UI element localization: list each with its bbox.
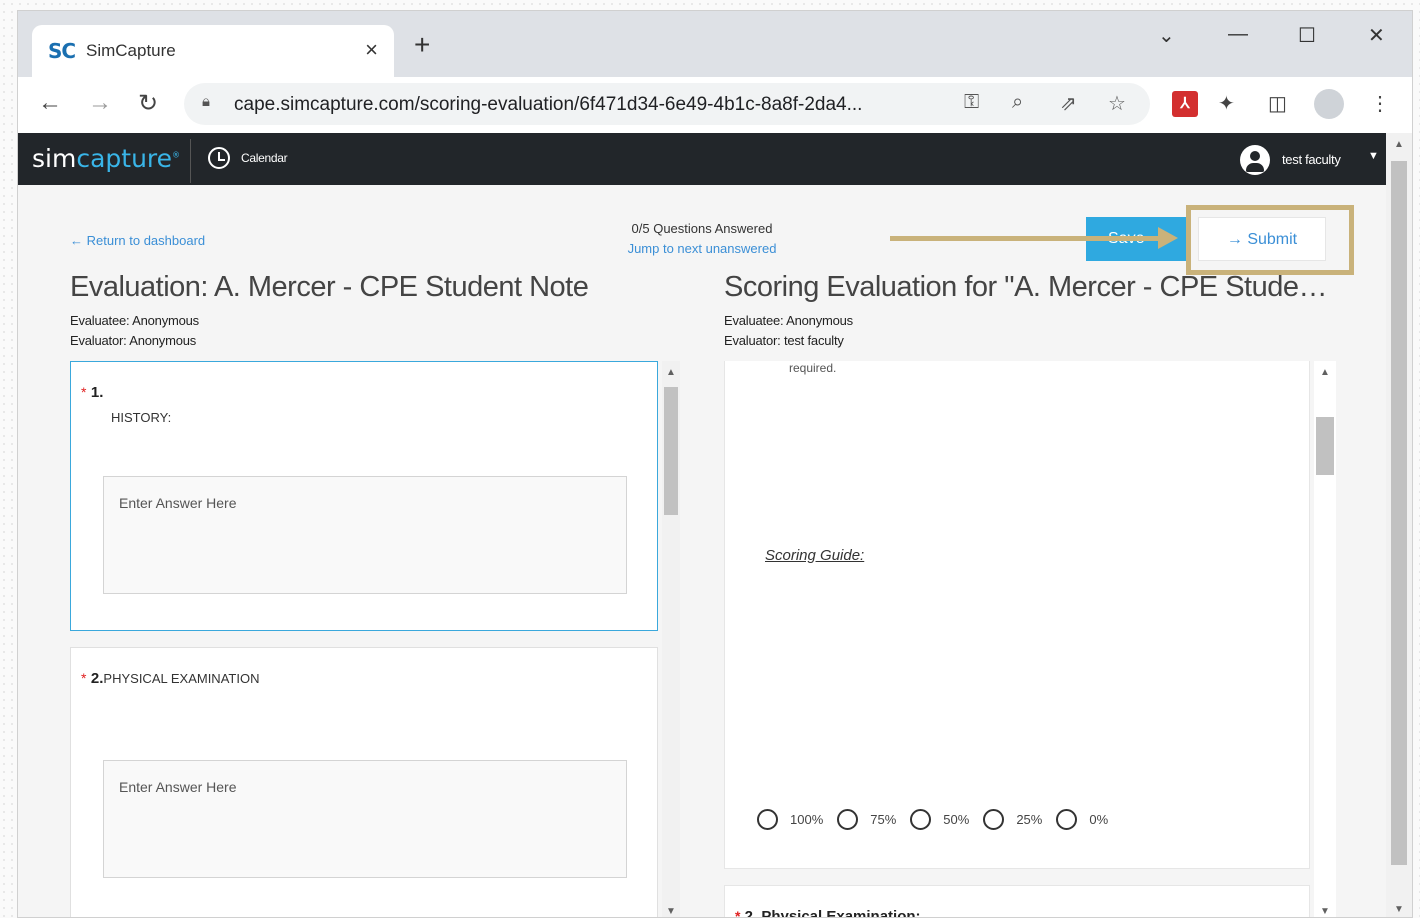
page-scroll-thumb[interactable] [1391, 161, 1407, 865]
scoring-evaluator-label: Evaluator: test faculty [724, 333, 844, 348]
scoring-scrollbar[interactable]: ▲ ▼ [1314, 361, 1336, 917]
scroll-up-icon[interactable]: ▲ [1320, 367, 1330, 378]
question-1-header: * 1. [81, 384, 103, 402]
evaluator-label: Evaluator: Anonymous [70, 333, 197, 348]
tab-search-icon[interactable]: ⌄ [1158, 23, 1175, 48]
score-option-label: 50% [943, 812, 970, 827]
scoring-card-title-text: Physical Examination: [761, 908, 921, 918]
key-icon[interactable]: ⚿ [964, 91, 979, 114]
radio-button[interactable] [983, 809, 1005, 830]
scroll-down-icon[interactable]: ▼ [1394, 904, 1404, 915]
score-option-50[interactable]: 50% [910, 809, 969, 830]
tab-strip: SC SimCapture × + ⌄ — ☐ ✕ [18, 11, 1412, 77]
question-number: 2. [90, 670, 104, 687]
tab-simcapture[interactable]: SC SimCapture × [32, 25, 394, 77]
profile-icon[interactable] [1314, 89, 1344, 119]
radio-button[interactable] [837, 809, 859, 830]
close-tab-icon[interactable]: × [365, 37, 378, 63]
radio-button[interactable] [757, 809, 778, 830]
logo-mark: ® [172, 150, 181, 160]
scoring-card-number: 2. [744, 908, 758, 918]
maximize-button[interactable]: ☐ [1298, 23, 1316, 48]
scoring-card-2-title: * 2. Physical Examination: [735, 908, 921, 918]
app-navbar: simcapture® Calendar test faculty ▼ [18, 133, 1386, 185]
simcapture-favicon-icon: SC [48, 39, 76, 63]
score-option-label: 100% [790, 812, 824, 827]
question-card-1: * 1. HISTORY: Enter Answer Here [70, 361, 658, 631]
chevron-down-icon[interactable]: ▼ [1368, 150, 1379, 162]
score-option-label: 25% [1016, 812, 1043, 827]
answer-textarea[interactable]: Enter Answer Here [103, 476, 627, 594]
navbar-divider [190, 139, 191, 183]
required-marker: * [81, 670, 87, 686]
share-icon[interactable]: ⇗ [1060, 91, 1077, 116]
user-name[interactable]: test faculty [1282, 152, 1341, 167]
main-content: ← Return to dashboard 0/5 Questions Answ… [18, 185, 1386, 918]
simcapture-logo[interactable]: simcapture® [32, 144, 180, 173]
required-marker: * [81, 384, 87, 400]
callout-arrow-icon [890, 227, 1178, 249]
new-tab-button[interactable]: + [414, 31, 430, 59]
pdf-extension-icon[interactable]: ⅄ [1172, 91, 1198, 117]
score-option-100[interactable]: 100% [757, 809, 823, 830]
reload-icon[interactable]: ↻ [138, 89, 158, 118]
bookmark-star-icon[interactable]: ☆ [1108, 91, 1126, 116]
submit-highlight-annotation [1186, 205, 1354, 275]
scoring-scroll-thumb[interactable] [1316, 417, 1334, 475]
score-option-label: 75% [870, 812, 897, 827]
evaluatee-label: Evaluatee: Anonymous [70, 313, 199, 328]
question-number: 1. [90, 384, 104, 401]
score-option-25[interactable]: 25% [983, 809, 1042, 830]
back-arrow-icon[interactable]: ← [38, 89, 62, 117]
browser-window: SC SimCapture × + ⌄ — ☐ ✕ ← → ↻ 🔒︎ cape.… [17, 10, 1413, 918]
answer-placeholder: Enter Answer Here [119, 779, 237, 795]
scroll-up-icon[interactable]: ▲ [1394, 139, 1404, 150]
lock-icon: 🔒︎ [202, 93, 210, 110]
score-option-75[interactable]: 75% [837, 809, 896, 830]
scroll-down-icon[interactable]: ▼ [1320, 906, 1330, 917]
score-option-0[interactable]: 0% [1056, 809, 1108, 830]
score-options: 100% 75% 50% 25% 0% [757, 809, 1122, 830]
radio-button[interactable] [910, 809, 932, 830]
scoring-evaluatee-label: Evaluatee: Anonymous [724, 313, 853, 328]
browser-menu-icon[interactable]: ⋮ [1370, 91, 1390, 116]
scroll-up-icon[interactable]: ▲ [666, 367, 676, 378]
question-label: PHYSICAL EXAMINATION [103, 671, 260, 686]
evaluation-title: Evaluation: A. Mercer - CPE Student Note [70, 271, 589, 303]
question-label: HISTORY: [111, 410, 172, 425]
side-panel-icon[interactable]: ◫ [1268, 91, 1287, 116]
browser-toolbar: ← → ↻ 🔒︎ cape.simcapture.com/scoring-eva… [18, 77, 1412, 133]
jump-link-text[interactable]: Jump to next unanswered [628, 241, 777, 256]
tab-title: SimCapture [86, 41, 176, 60]
answer-textarea[interactable]: Enter Answer Here [103, 760, 627, 878]
scoring-panel: required. Scoring Guide: 100% 75% 50% 25… [724, 361, 1310, 869]
scoring-guide-label: Scoring Guide: [765, 547, 865, 564]
required-marker: * [735, 908, 741, 918]
answer-placeholder: Enter Answer Here [119, 495, 237, 511]
logo-suffix: capture [76, 144, 173, 173]
minimize-button[interactable]: — [1228, 23, 1248, 46]
logo-prefix: sim [32, 144, 77, 173]
questions-scroll-thumb[interactable] [664, 387, 678, 515]
zoom-icon[interactable]: ⌕ [1012, 91, 1023, 114]
nav-calendar-link[interactable]: Calendar [241, 151, 288, 165]
scoring-card-2: * 2. Physical Examination: [724, 885, 1310, 918]
page-scrollbar[interactable]: ▲ ▼ [1386, 133, 1412, 917]
score-option-label: 0% [1089, 812, 1109, 827]
radio-button[interactable] [1056, 809, 1078, 830]
forward-arrow-icon[interactable]: → [88, 89, 112, 117]
questions-scrollbar[interactable]: ▲ ▼ [662, 361, 680, 917]
clock-icon[interactable] [208, 147, 230, 169]
extensions-icon[interactable]: ✦ [1218, 91, 1235, 116]
url-text: cape.simcapture.com/scoring-evaluation/6… [234, 94, 863, 115]
criteria-text-fragment: required. [789, 361, 837, 375]
scoring-evaluation-title: Scoring Evaluation for "A. Mercer - CPE … [724, 271, 1336, 303]
address-bar[interactable]: 🔒︎ cape.simcapture.com/scoring-evaluatio… [184, 83, 1150, 125]
scroll-down-icon[interactable]: ▼ [666, 906, 676, 917]
close-window-button[interactable]: ✕ [1368, 23, 1385, 48]
question-card-2: * 2.PHYSICAL EXAMINATION Enter Answer He… [70, 647, 658, 917]
question-2-header: * 2.PHYSICAL EXAMINATION [81, 670, 259, 688]
user-avatar-icon[interactable] [1240, 145, 1270, 175]
